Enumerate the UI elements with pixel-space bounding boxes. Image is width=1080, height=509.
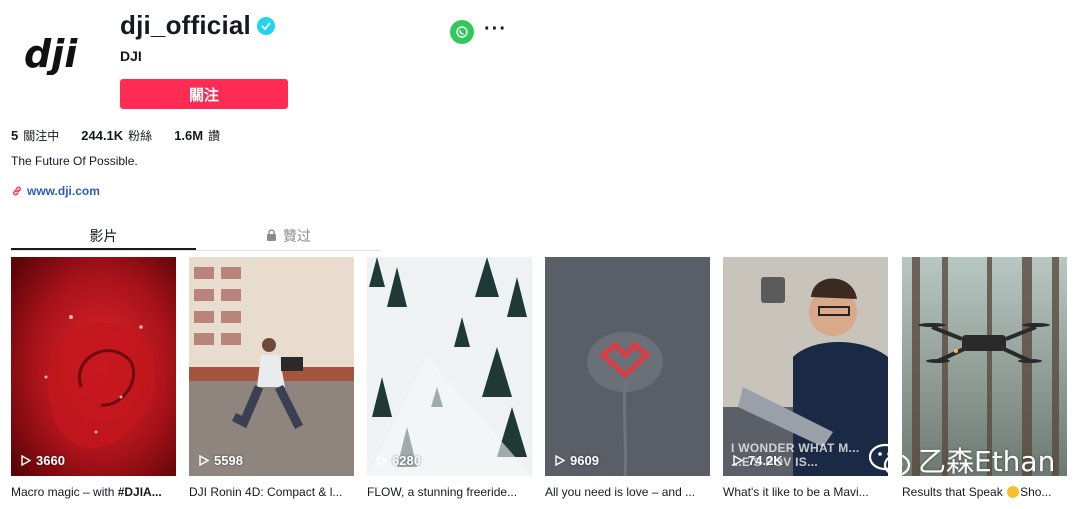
video-thumbnail[interactable]: 3660: [11, 257, 176, 476]
video-card[interactable]: 5598 DJI Ronin 4D: Compact & l...: [189, 257, 354, 499]
nickname: DJI: [120, 48, 142, 64]
follow-button[interactable]: 關注: [120, 79, 288, 109]
video-thumbnail[interactable]: I WONDER WHAT M... ...E'S POV IS... 74.2K: [723, 257, 888, 476]
play-icon: [21, 455, 31, 466]
profile-stats: 5 關注中 244.1K 粉絲 1.6M 讚: [11, 127, 242, 144]
svg-text:dji: dji: [24, 35, 78, 75]
more-options-icon[interactable]: ···: [484, 18, 507, 41]
video-caption[interactable]: Results that Speak Sho...: [902, 485, 1067, 499]
view-count: 6280: [377, 453, 421, 468]
snowy-forest-image: [367, 257, 532, 476]
tab-liked[interactable]: 贊过: [196, 219, 381, 250]
wechat-watermark: 乙森Ethan: [868, 440, 1055, 480]
avatar[interactable]: dji: [10, 5, 110, 105]
stat-following[interactable]: 5 關注中: [11, 127, 59, 144]
profile-tabs: 影片 贊过: [11, 219, 381, 251]
tab-videos[interactable]: 影片: [11, 219, 196, 250]
profile-link[interactable]: www.dji.com: [11, 184, 100, 198]
view-count: 3660: [21, 453, 65, 468]
bio: The Future Of Possible.: [11, 154, 138, 168]
lock-icon: [267, 229, 276, 241]
play-icon: [377, 455, 387, 466]
whatsapp-share-icon[interactable]: [450, 20, 474, 44]
verified-badge-icon: [256, 16, 275, 35]
link-icon: [13, 186, 21, 196]
video-thumbnail[interactable]: 6280: [367, 257, 532, 476]
stat-followers[interactable]: 244.1K 粉絲: [81, 127, 152, 144]
dji-logo: dji: [24, 35, 78, 75]
play-icon: [733, 455, 743, 466]
ronin-runner-image: [189, 257, 354, 476]
heart-snow-image: [545, 257, 710, 476]
video-card[interactable]: I WONDER WHAT M... ...E'S POV IS... 74.2K…: [723, 257, 888, 499]
view-count: 5598: [199, 453, 243, 468]
stat-likes: 1.6M 讚: [174, 128, 221, 143]
view-count: 9609: [555, 453, 599, 468]
video-card[interactable]: 3660 Macro magic – with #DJIA...: [11, 257, 176, 499]
video-card[interactable]: 9609 All you need is love – and ...: [545, 257, 710, 499]
username-row: dji_official: [120, 10, 275, 41]
video-caption[interactable]: Macro magic – with #DJIA...: [11, 485, 176, 499]
smiling-emoji-icon: [1007, 486, 1020, 498]
video-caption[interactable]: What's it like to be a Mavi...: [723, 485, 888, 499]
video-thumbnail[interactable]: 9609: [545, 257, 710, 476]
rose-image: [11, 257, 176, 476]
wechat-icon: [868, 443, 911, 477]
username: dji_official: [120, 10, 251, 40]
video-caption[interactable]: All you need is love – and ...: [545, 485, 710, 499]
view-count: 74.2K: [733, 453, 783, 468]
play-icon: [555, 455, 565, 466]
video-thumbnail[interactable]: 5598: [189, 257, 354, 476]
video-caption[interactable]: FLOW, a stunning freeride...: [367, 485, 532, 499]
play-icon: [199, 455, 209, 466]
video-card[interactable]: 6280 FLOW, a stunning freeride...: [367, 257, 532, 499]
video-caption[interactable]: DJI Ronin 4D: Compact & l...: [189, 485, 354, 499]
